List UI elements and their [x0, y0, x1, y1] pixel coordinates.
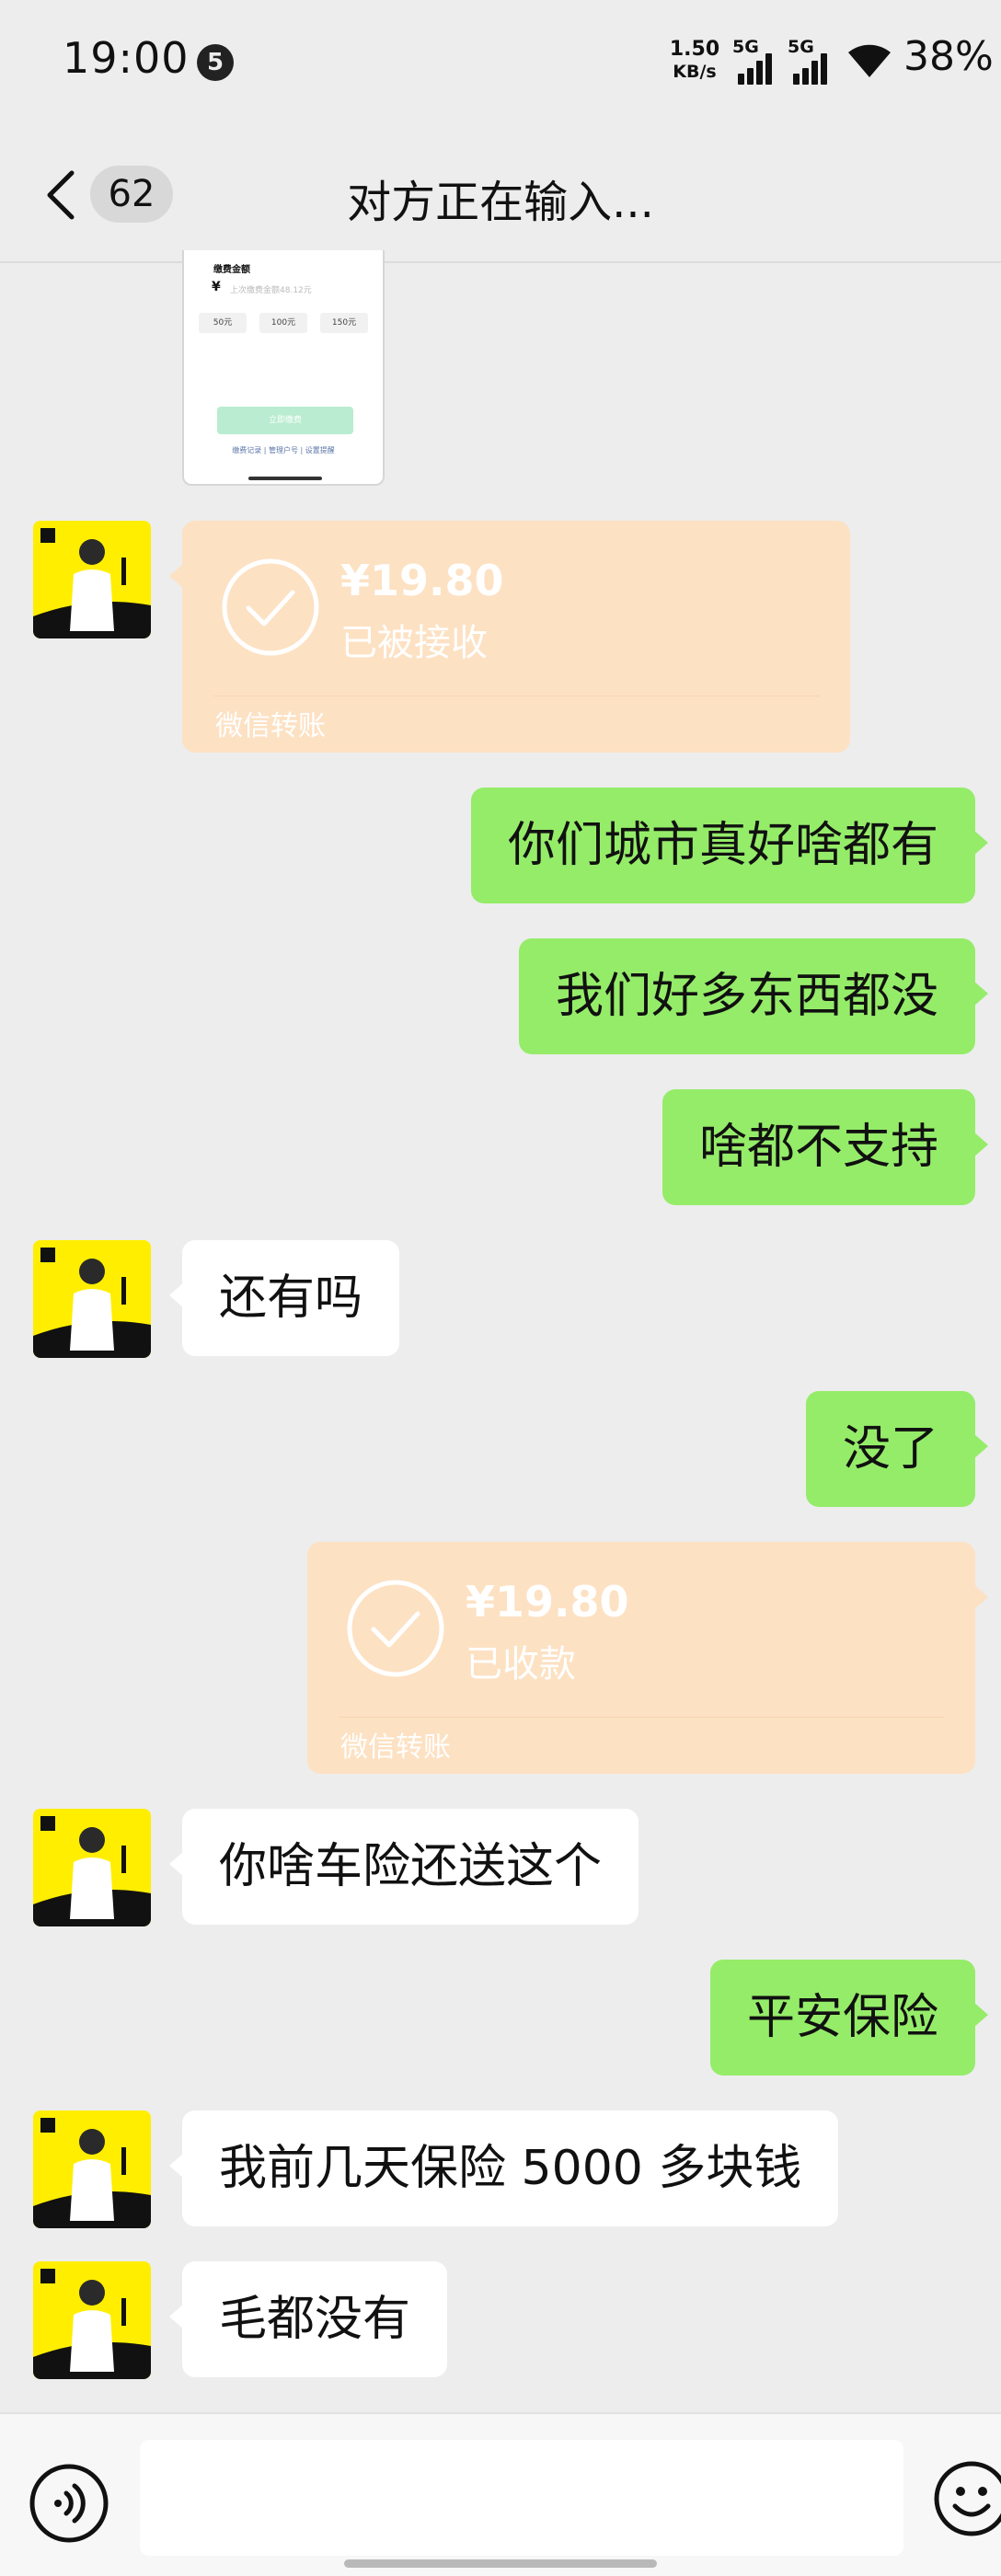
avatar[interactable] [33, 1809, 151, 1926]
transfer-label: 微信转账 [215, 710, 326, 742]
message-input[interactable] [140, 2440, 903, 2556]
network-speed-value: 1.50 [669, 38, 720, 61]
avatar[interactable] [33, 1240, 151, 1358]
received-message[interactable]: 毛都没有 [168, 2261, 448, 2377]
sent-message[interactable]: 我们好多东西都没 [518, 938, 989, 1054]
chat-title: 对方正在输入... [347, 177, 654, 228]
status-bar: 19:00 5 1.50 KB/s 5G 5G 38% [0, 0, 1001, 125]
avatar[interactable] [33, 521, 151, 638]
battery-level: 38% [903, 33, 994, 80]
pay-now-button: 立即缴费 [217, 407, 353, 434]
transfer-amount: ¥19.80 [340, 556, 504, 605]
received-message[interactable]: 你啥车险还送这个 [168, 1809, 639, 1925]
sent-message[interactable]: 啥都不支持 [662, 1089, 989, 1205]
signal-2-icon: 5G [788, 37, 837, 85]
signal-1-label: 5G [732, 37, 759, 57]
received-message[interactable]: 还有吗 [168, 1240, 400, 1356]
transfer-label: 微信转账 [340, 1731, 451, 1764]
currency-symbol: ¥ [212, 280, 221, 294]
transfer-status: 已被接收 [340, 622, 488, 664]
payment-links: 缴费记录 | 管理户号 | 设置提醒 [232, 446, 335, 454]
avatar[interactable] [33, 2261, 151, 2379]
amount-chip: 150元 [320, 313, 368, 333]
amount-chip: 100元 [259, 313, 307, 333]
transfer-card[interactable]: ¥19.80 已收款 微信转账 [307, 1542, 988, 1774]
voice-icon[interactable] [28, 2462, 110, 2545]
avatar[interactable] [33, 2110, 151, 2228]
sent-message[interactable]: 平安保险 [709, 1960, 989, 2076]
shared-image-message[interactable]: 缴费金额 ¥ 上次缴费金额48.12元 50元 100元 150元 立即缴费 缴… [182, 250, 385, 486]
emoji-icon[interactable] [933, 2460, 1001, 2537]
wifi-icon [848, 44, 891, 77]
chat-header: 62 对方正在输入... [0, 125, 1001, 263]
home-indicator-in-image [248, 477, 322, 480]
check-icon [347, 1580, 444, 1677]
network-speed: 1.50 KB/s [668, 39, 721, 83]
notification-count-badge: 5 [197, 44, 234, 81]
payment-card: 缴费金额 ¥ 上次缴费金额48.12元 50元 100元 150元 [195, 252, 374, 337]
signal-2-label: 5G [788, 37, 814, 57]
status-time: 19:00 [63, 33, 190, 83]
sent-message[interactable]: 你们城市真好啥都有 [470, 788, 989, 903]
signal-1-icon: 5G [732, 37, 782, 85]
received-message[interactable]: 我前几天保险 5000 多块钱 [168, 2110, 839, 2226]
sent-message[interactable]: 没了 [805, 1391, 989, 1507]
home-indicator[interactable] [344, 2559, 657, 2568]
check-icon [222, 558, 319, 656]
network-speed-unit: KB/s [673, 62, 717, 82]
payment-title: 缴费金额 [213, 265, 250, 275]
amount-chip: 50元 [199, 313, 247, 333]
transfer-amount: ¥19.80 [466, 1577, 629, 1627]
transfer-card[interactable]: ¥19.80 已被接收 微信转账 [169, 521, 850, 753]
amount-placeholder: 上次缴费金额48.12元 [230, 286, 312, 295]
transfer-divider [339, 1717, 944, 1718]
input-bar [0, 2412, 1001, 2576]
transfer-status: 已收款 [466, 1643, 576, 1685]
